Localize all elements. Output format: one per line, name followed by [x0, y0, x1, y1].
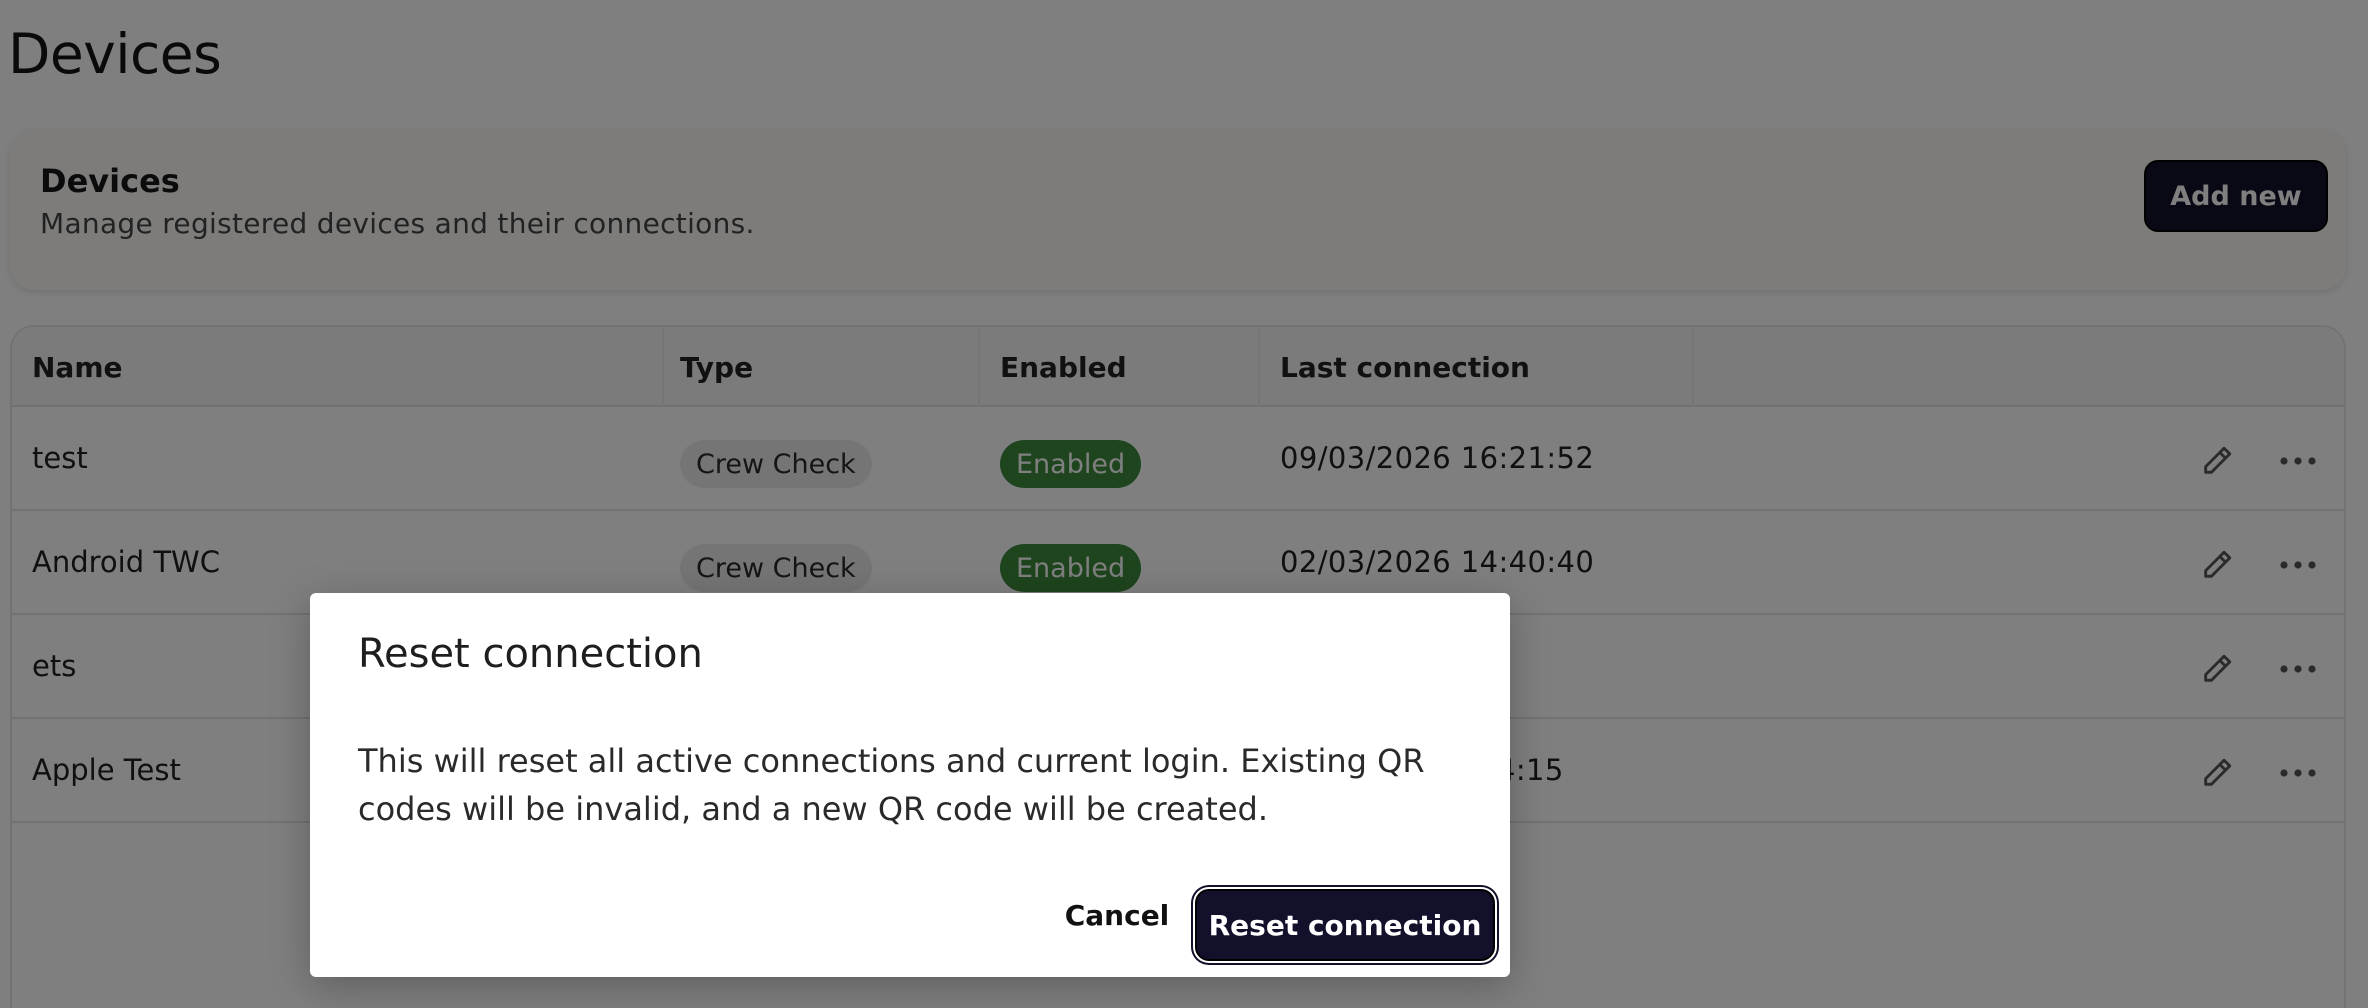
reset-connection-button[interactable]: Reset connection	[1195, 889, 1495, 961]
dialog-title: Reset connection	[358, 631, 703, 677]
dialog-message: This will reset all active connections a…	[358, 742, 1425, 828]
cancel-button[interactable]: Cancel	[1042, 885, 1192, 945]
reset-connection-dialog: Reset connection This will reset all act…	[310, 593, 1510, 977]
